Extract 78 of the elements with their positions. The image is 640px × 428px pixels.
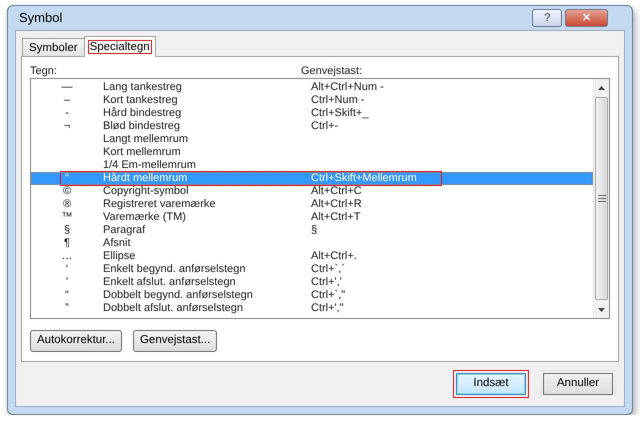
list-row[interactable]: ” Dobbelt afslut. anførselstegn Ctrl+'," [31,302,593,315]
character-name: Copyright-symbol [103,185,190,198]
scroll-up-icon[interactable] [598,86,605,90]
character-name: Hård bindestreg [103,107,182,120]
scroll-down-icon[interactable] [598,308,605,312]
column-header: Genvejstast: [301,64,362,78]
list-row[interactable]: … Ellipse Alt+Ctrl+. [31,250,593,263]
character-name: Hårdt mellemrum [103,172,188,185]
list-row[interactable]: ¬ Blød bindestreg Ctrl+- [31,120,593,133]
window-title: Symbol [18,9,62,28]
list-row[interactable]: Langt mellemrum [31,133,593,146]
symbol-text: ‘ [66,263,68,275]
list-row[interactable]: ’ Enkelt afslut. anførselstegn Ctrl+',' [31,276,593,289]
shortcut-text: Ctrl+Num - [311,94,364,106]
grip-icon[interactable] [598,195,606,202]
list-row[interactable]: — Lang tankestreg Alt+Ctrl+Num - [31,81,593,94]
list-row[interactable]: 1/4 Em-mellemrum [31,159,593,172]
shortcut-text: § [311,224,318,236]
symbol-text: “ [65,289,69,301]
character-name: Enkelt begynd. anførselstegn [103,263,246,276]
tab[interactable]: Symboler [22,38,85,57]
shortcut-text: Alt+Ctrl+C [311,185,362,197]
tab[interactable]: Specialtegn [84,36,156,57]
list-row[interactable]: - Hård bindestreg Ctrl+Skift+_ [31,107,593,120]
symbol-text: ° [64,172,70,184]
shortcut-text: Alt+Ctrl+. [311,250,357,262]
scrollbar[interactable] [593,79,609,318]
shortcut-text: Ctrl+Skift+Mellemrum [311,172,417,184]
cancel-button[interactable]: Annuller [540,370,616,398]
shortcut-text: Ctrl+',' [311,276,342,288]
column-header: Tegn: [30,64,58,78]
character-name: Kort tankestreg [103,94,179,107]
symbol-text: ™ [62,211,72,223]
list-row[interactable]: – Kort tankestreg Ctrl+Num - [31,94,593,107]
help-button[interactable]: ? [532,9,562,27]
symbol-text: – [64,94,70,106]
list-row[interactable]: ™ Varemærke (TM) Alt+Ctrl+T [31,211,593,224]
list-row[interactable]: ¶ Afsnit [31,237,593,250]
list-row[interactable]: ‘ Enkelt begynd. anførselstegn Ctrl+`,` [31,263,593,276]
symbol-text: — [62,81,72,93]
symbol-text: … [62,250,72,262]
shortcut-text: Alt+Ctrl+Num - [311,81,384,93]
character-name: Afsnit [103,237,132,250]
character-name: Registreret varemærke [103,198,216,211]
symbol-text: ¬ [64,120,70,132]
shortcut-text: Ctrl+- [311,120,338,132]
list-row[interactable]: Kort mellemrum [31,146,593,159]
character-name: Paragraf [103,224,146,237]
list-row[interactable]: © Copyright-symbol Alt+Ctrl+C [31,185,593,198]
symbol-text: © [62,185,72,197]
character-name: Blød bindestreg [103,120,182,133]
symbol-text: ® [62,198,72,210]
character-name: Varemærke (TM) [103,211,187,224]
symbol-text: ’ [66,276,68,288]
character-name: Kort mellemrum [103,146,182,159]
dialog-button[interactable]: Autokorrektur... [30,330,122,352]
symbol-text: ” [65,302,69,314]
character-name: Dobbelt afslut. anførselstegn [103,302,244,315]
list-row[interactable]: ® Registreret varemærke Alt+Ctrl+R [31,198,593,211]
character-name: Langt mellemrum [103,133,189,146]
shortcut-text: Alt+Ctrl+T [311,211,361,223]
insert-button[interactable]: Indsæt [453,370,529,398]
list-row[interactable]: § Paragraf § [31,224,593,237]
character-name: Ellipse [103,250,136,263]
character-name: Enkelt afslut. anførselstegn [103,276,237,289]
shortcut-text: Ctrl+`," [311,289,346,301]
symbol-text: ¶ [64,237,70,249]
symbol-text: § [64,224,70,236]
list-row[interactable]: “ Dobbelt begynd. anførselstegn Ctrl+`," [31,289,593,302]
character-name: Lang tankestreg [103,81,183,94]
shortcut-text: Ctrl+'," [311,302,344,314]
symbol-text: - [65,107,69,119]
character-name: Dobbelt begynd. anførselstegn [103,289,254,302]
shortcut-text: Alt+Ctrl+R [311,198,362,210]
character-name: 1/4 Em-mellemrum [103,159,197,172]
shortcut-text: Ctrl+`,` [311,263,345,275]
dialog-button[interactable]: Genvejstast... [132,330,218,352]
shortcut-text: Ctrl+Skift+_ [311,107,368,119]
